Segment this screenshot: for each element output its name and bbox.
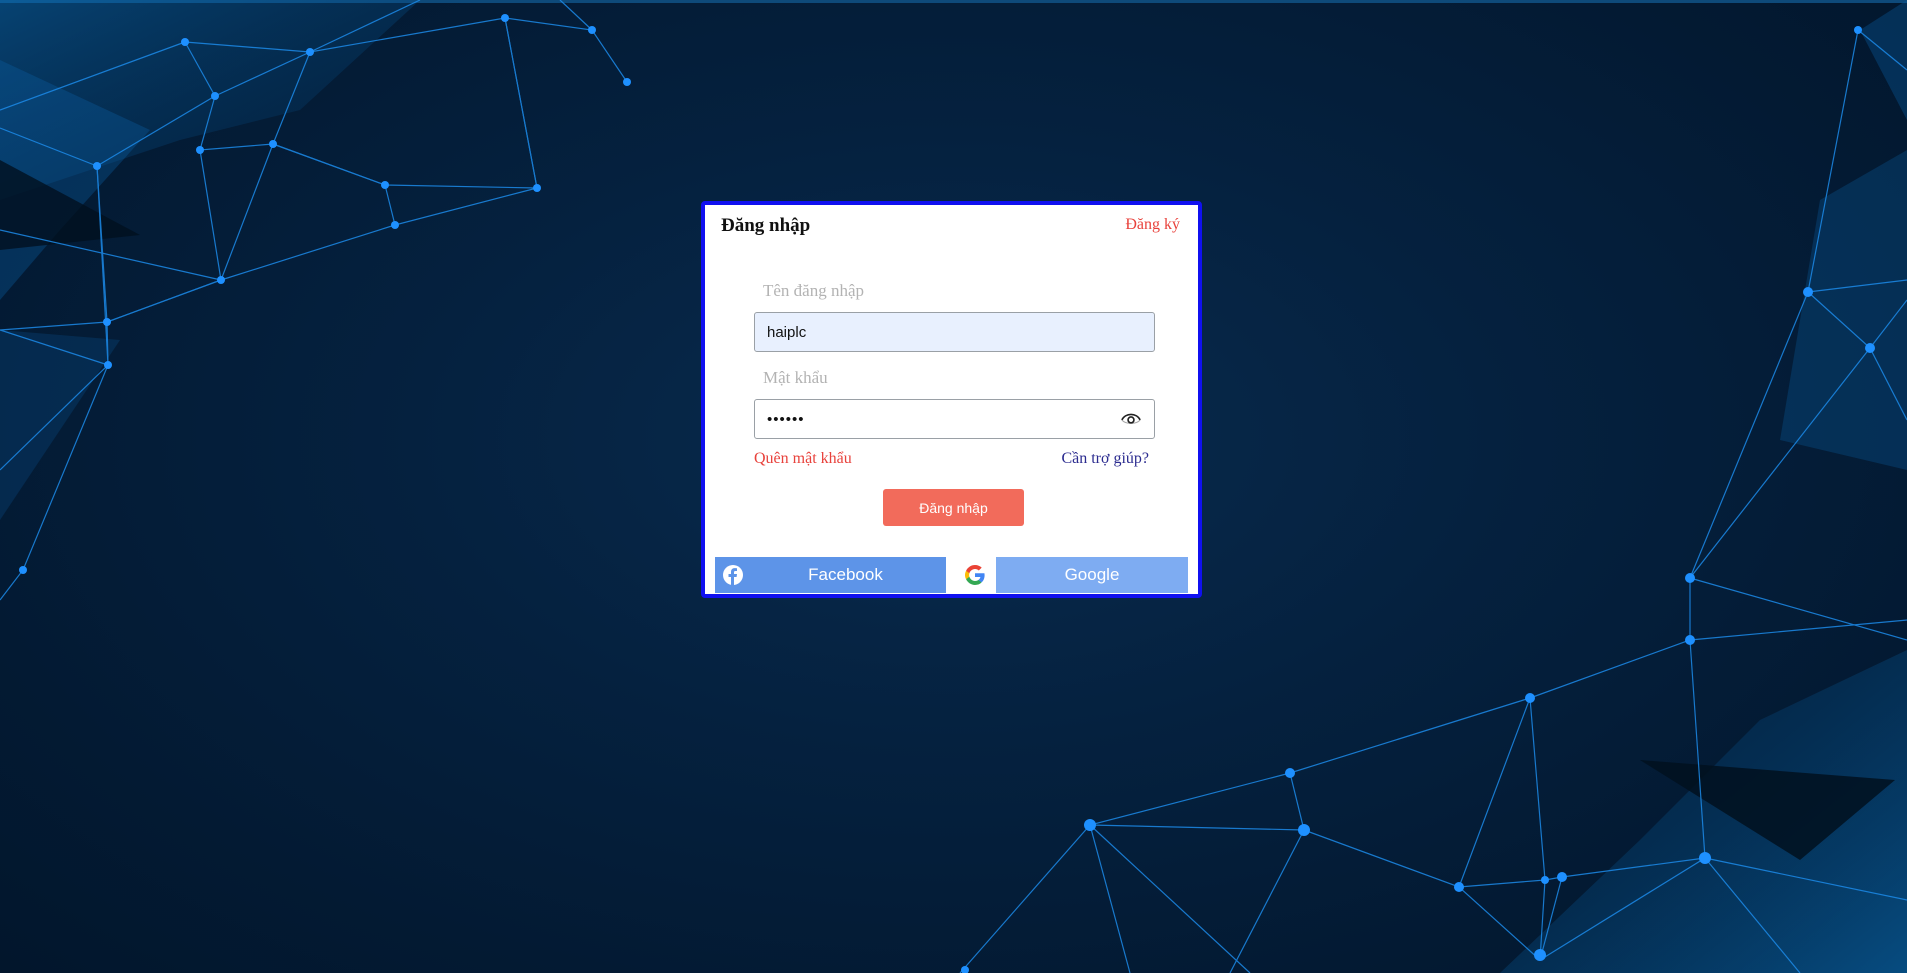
facebook-login-button[interactable]: Facebook bbox=[715, 557, 946, 593]
eye-icon[interactable] bbox=[1120, 410, 1142, 428]
password-input[interactable] bbox=[754, 399, 1155, 439]
google-login-button[interactable]: Google bbox=[955, 557, 1188, 593]
help-link[interactable]: Cần trợ giúp? bbox=[1061, 450, 1149, 468]
password-label: Mật khẩu bbox=[763, 368, 828, 387]
page-title: Đăng nhập bbox=[721, 215, 811, 236]
username-input[interactable] bbox=[754, 312, 1155, 352]
username-label: Tên đăng nhập bbox=[763, 281, 865, 300]
google-label: Google bbox=[1064, 565, 1120, 584]
facebook-label: Facebook bbox=[808, 565, 883, 584]
google-icon bbox=[965, 565, 985, 585]
login-button[interactable]: Đăng nhập bbox=[883, 489, 1024, 526]
register-link[interactable]: Đăng ký bbox=[1125, 216, 1180, 234]
forgot-password-link[interactable]: Quên mật khẩu bbox=[754, 450, 852, 468]
login-card: Đăng nhập Đăng ký Tên đăng nhập Mật khẩu… bbox=[701, 201, 1202, 598]
